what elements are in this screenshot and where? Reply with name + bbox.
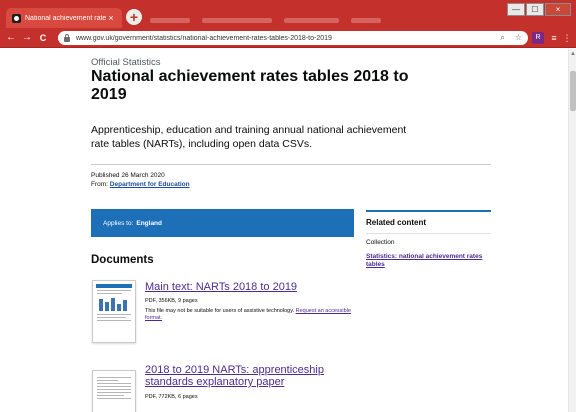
department-link[interactable]: Department for Education	[110, 181, 190, 188]
thumbnail-bar	[99, 299, 103, 311]
thumbnail-text-line	[97, 383, 131, 384]
thumbnail-text-line	[97, 317, 127, 318]
document-link[interactable]: 2018 to 2019 NARTs: apprenticeship stand…	[145, 364, 365, 388]
document-file-meta: PDF, 772KB, 6 pages	[145, 394, 198, 400]
document-thumbnail[interactable]	[92, 280, 136, 343]
maximize-button[interactable]: ☐	[526, 3, 544, 16]
thumbnail-text-line	[97, 386, 131, 387]
browser-menu-icon[interactable]: ⋮	[562, 32, 572, 44]
thumbnail-text-line	[97, 380, 118, 381]
background-tabs	[150, 10, 400, 23]
related-content-panel: Related content Collection Statistics: n…	[366, 210, 491, 269]
thumbnail-text-line	[97, 392, 131, 393]
document-file-meta: PDF, 356KB, 9 pages	[145, 298, 198, 304]
related-collection-label: Collection	[366, 239, 395, 246]
thumbnail-text-line	[97, 320, 131, 321]
lock-icon	[64, 33, 70, 42]
thumbnail-bar	[123, 300, 127, 311]
extension-icon[interactable]: R	[532, 32, 544, 44]
background-tab-placeholder	[150, 18, 190, 23]
document-thumbnail[interactable]	[92, 370, 136, 412]
documents-heading: Documents	[91, 254, 154, 266]
from-line: From: Department for Education	[91, 180, 190, 189]
published-date: Published 26 March 2020	[91, 172, 165, 179]
applies-to-label: Applies to:	[103, 219, 134, 227]
scrollbar-thumb[interactable]	[570, 71, 576, 111]
document-type-label: Official Statistics	[91, 57, 161, 68]
browser-tab[interactable]: National achievement rates table ×	[6, 8, 122, 28]
page-scrollbar[interactable]: ▲	[568, 49, 576, 412]
search-icon[interactable]: ⌕	[500, 33, 504, 43]
thumbnail-text-line	[97, 398, 131, 399]
address-bar[interactable]: www.gov.uk/government/statistics/nationa…	[58, 31, 528, 45]
thumbnail-text-line	[97, 314, 131, 315]
scroll-up-arrow-icon[interactable]: ▲	[569, 51, 576, 57]
bookmark-star-icon[interactable]: ☆	[515, 33, 522, 43]
publication-meta: Published 26 March 2020 From: Department…	[91, 171, 190, 189]
forward-button[interactable]: →	[20, 31, 34, 45]
accessibility-note: This file may not be suitable for users …	[145, 308, 365, 322]
thumbnail-text-line	[97, 293, 123, 294]
window-close-button[interactable]: ×	[545, 3, 571, 16]
thumbnail-bar	[105, 302, 109, 311]
related-divider	[366, 233, 491, 234]
thumbnail-text-line	[97, 290, 131, 291]
govuk-favicon-icon	[12, 13, 21, 23]
background-tab-placeholder	[284, 18, 339, 23]
reading-list-icon[interactable]: ≡	[548, 32, 560, 44]
new-tab-button[interactable]: +	[126, 9, 142, 25]
thumbnail-bar	[117, 304, 121, 311]
minimize-button[interactable]: —	[507, 3, 525, 16]
document-link[interactable]: Main text: NARTs 2018 to 2019	[145, 281, 297, 293]
page-title: National achievement rates tables 2018 t…	[91, 68, 409, 103]
related-content-title: Related content	[366, 218, 427, 227]
page-content: Official Statistics National achievement…	[0, 49, 568, 412]
applies-to-value: England	[136, 219, 162, 227]
from-label: From:	[91, 181, 108, 188]
thumbnail-text-line	[97, 389, 131, 390]
divider	[91, 164, 491, 165]
tab-close-icon[interactable]: ×	[106, 13, 116, 23]
accessibility-note-text: This file may not be suitable for users …	[145, 308, 295, 314]
thumbnail-chart	[99, 297, 129, 311]
thumbnail-bar	[111, 298, 115, 311]
thumbnail-header-band	[96, 284, 132, 288]
thumbnail-text-line	[97, 377, 131, 378]
applies-to-banner: Applies to: England	[91, 209, 354, 237]
url-text[interactable]: www.gov.uk/government/statistics/nationa…	[76, 35, 500, 42]
background-tab-placeholder	[202, 18, 272, 23]
back-button[interactable]: ←	[4, 31, 18, 45]
tab-title: National achievement rates table	[25, 14, 106, 22]
background-tab-placeholder	[351, 18, 381, 23]
reload-button[interactable]: C	[36, 31, 50, 45]
related-collection-link[interactable]: Statistics: national achievement rates t…	[366, 253, 491, 269]
thumbnail-text-line	[97, 395, 125, 396]
page-summary: Apprenticeship, education and training a…	[91, 124, 407, 150]
